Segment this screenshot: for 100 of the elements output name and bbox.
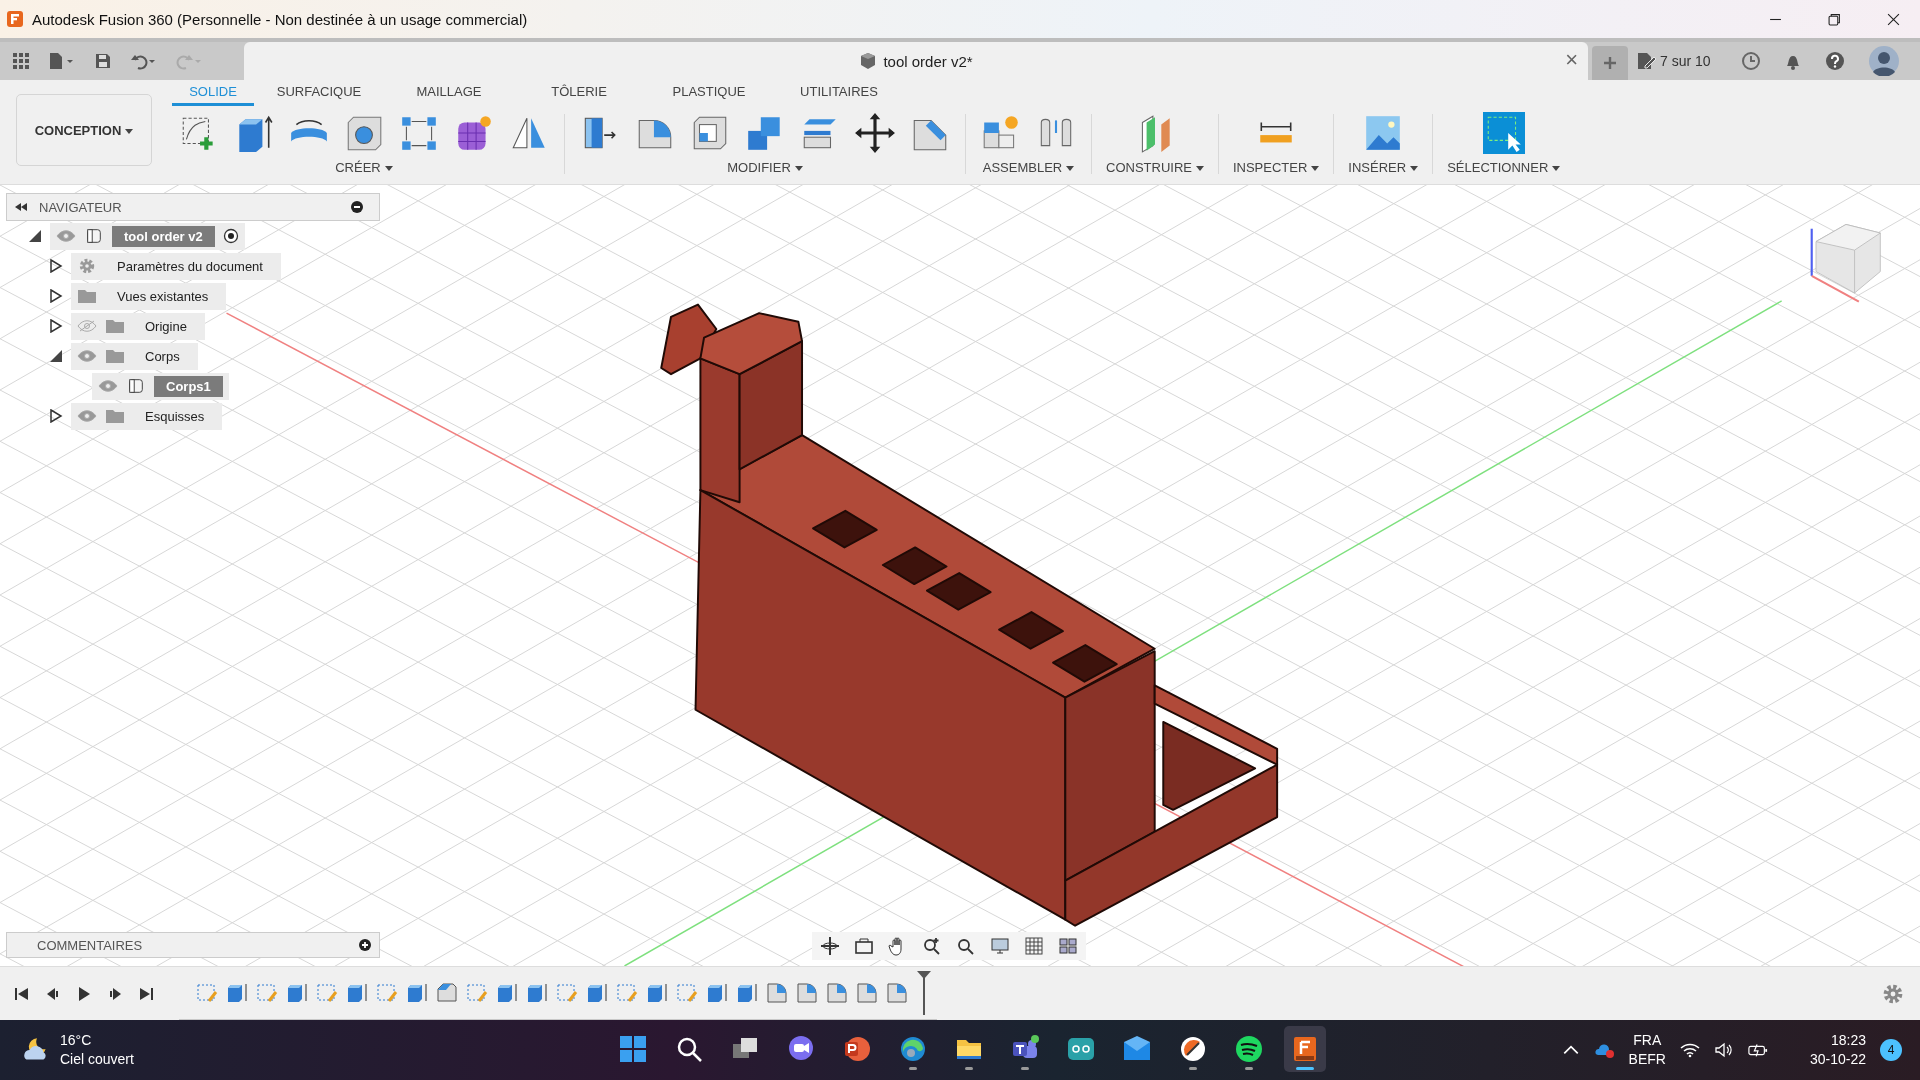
ribbon-tab[interactable]: TÔLERIE — [514, 80, 644, 106]
tool-group-menu[interactable]: MODIFIER — [727, 160, 803, 175]
expand-arrow-icon[interactable] — [49, 319, 63, 333]
settings-icon[interactable] — [1882, 982, 1904, 1005]
fillet-feature-icon[interactable] — [765, 980, 789, 1005]
tool-group-menu[interactable]: CONSTRUIRE — [1106, 160, 1204, 175]
zoom-icon[interactable] — [922, 936, 942, 956]
tree-item[interactable]: Corps1 — [154, 375, 223, 397]
caret-icon — [1410, 166, 1419, 172]
viewports-icon[interactable] — [1058, 936, 1078, 956]
zoom-window-icon[interactable] — [956, 936, 976, 956]
eye-icon[interactable] — [98, 380, 118, 392]
apps-grid-icon[interactable] — [12, 52, 30, 70]
expand-arrow-icon[interactable] — [49, 409, 63, 423]
model-drawing[interactable] — [660, 303, 1279, 927]
close-icon[interactable] — [1887, 12, 1900, 26]
cube-icon — [859, 52, 878, 70]
component-icon — [84, 227, 104, 245]
folder-icon — [105, 347, 125, 365]
fillet-feature-icon[interactable] — [825, 980, 849, 1005]
skip-end-icon[interactable] — [138, 985, 154, 1002]
panel-title: NAVIGATEUR — [39, 199, 122, 215]
caret-icon — [1195, 166, 1204, 172]
caret-icon — [1552, 166, 1561, 172]
undo-icon[interactable] — [130, 52, 158, 70]
caret-icon — [125, 128, 134, 134]
tool-group-menu[interactable]: CRÉER — [335, 160, 393, 175]
eye-icon[interactable] — [77, 350, 97, 362]
caret-icon — [794, 166, 803, 172]
time: 18:23 — [1830, 1031, 1866, 1050]
ribbon-tab[interactable]: PLASTIQUE — [644, 80, 774, 106]
fillet-feature-icon[interactable] — [795, 980, 819, 1005]
play-icon[interactable] — [76, 985, 92, 1002]
keyboard-layout: BEFR — [1628, 1050, 1666, 1069]
restore-icon[interactable] — [1828, 12, 1841, 26]
running-indicator — [1245, 1067, 1253, 1070]
plus-icon — [1602, 55, 1618, 71]
chamfer-feature-icon[interactable] — [435, 980, 459, 1005]
eye-icon[interactable] — [77, 410, 97, 422]
temperature: 16°C — [60, 1031, 93, 1050]
avatar[interactable] — [1868, 46, 1899, 76]
speaker-icon[interactable] — [1713, 1041, 1734, 1059]
file-menu-icon[interactable] — [48, 52, 76, 70]
document-title: tool order v2* — [883, 52, 973, 70]
eye-icon[interactable] — [56, 230, 76, 242]
notification-badge[interactable]: 4 — [1880, 1039, 1902, 1061]
step-back-icon[interactable] — [45, 985, 61, 1002]
language-indicator[interactable]: FRA BEFR — [1628, 1031, 1666, 1069]
document-tab[interactable]: tool order v2* × — [244, 42, 1588, 80]
timeline-marker[interactable] — [917, 970, 931, 1015]
ribbon-tab[interactable]: MAILLAGE — [384, 80, 514, 106]
edit-document-icon[interactable] — [1636, 51, 1656, 71]
orbit-icon[interactable] — [820, 936, 840, 956]
save-icon[interactable] — [94, 52, 112, 70]
caret-icon — [1066, 166, 1075, 172]
workspace-dropdown[interactable]: CONCEPTION — [16, 94, 152, 166]
clock-icon[interactable] — [1740, 51, 1761, 71]
new-tab-button[interactable] — [1592, 46, 1628, 80]
running-indicator — [965, 1067, 973, 1070]
fillet-feature-icon[interactable] — [855, 980, 879, 1005]
tool-group-menu[interactable]: INSÉRER — [1348, 160, 1419, 175]
tool-group-menu[interactable]: SÉLECTIONNER — [1447, 160, 1561, 175]
collapse-arrow-icon[interactable] — [28, 229, 42, 243]
running-indicator — [909, 1067, 917, 1070]
ribbon-tab[interactable]: SURFACIQUE — [254, 80, 384, 106]
tool-group-menu[interactable]: INSPECTER — [1232, 160, 1320, 175]
tree-item[interactable]: tool order v2 — [112, 225, 215, 247]
expand-arrow-icon[interactable] — [49, 289, 63, 303]
collapse-arrow-icon[interactable] — [49, 349, 63, 363]
date: 30-10-22 — [1809, 1050, 1866, 1069]
tool-group-menu[interactable]: ASSEMBLER — [982, 160, 1075, 175]
display-icon[interactable] — [990, 936, 1010, 956]
close-tab-button[interactable]: × — [1565, 49, 1578, 71]
window-title: Autodesk Fusion 360 (Personnelle - Non destinée à un usage commercial) — [32, 10, 528, 28]
caret-icon — [384, 166, 393, 172]
clock[interactable]: 18:23 30-10-22 — [1809, 1031, 1866, 1069]
caret-icon — [1311, 166, 1320, 172]
expand-arrow-icon[interactable] — [49, 259, 63, 273]
presentation-app-icon — [842, 1034, 872, 1064]
wifi-icon[interactable] — [1679, 1041, 1700, 1059]
step-forward-icon[interactable] — [107, 985, 123, 1002]
fillet-feature-icon[interactable] — [885, 980, 909, 1005]
folder-icon — [105, 317, 125, 335]
add-comment-icon[interactable] — [359, 939, 371, 951]
document-quota: 7 sur 10 — [1660, 53, 1711, 69]
battery-icon[interactable] — [1747, 1041, 1768, 1059]
move-icon[interactable] — [854, 112, 896, 154]
minus-icon[interactable] — [351, 201, 363, 213]
help-icon[interactable] — [1824, 51, 1845, 71]
selection-icon[interactable] — [1482, 112, 1525, 154]
weather-condition: Ciel couvert — [60, 1050, 134, 1069]
grid-icon[interactable] — [1024, 936, 1044, 956]
look-at-icon[interactable] — [854, 936, 874, 956]
panel-title: COMMENTAIRES — [37, 937, 143, 953]
ribbon-tab[interactable]: UTILITAIRES — [774, 80, 904, 106]
start-icon — [618, 1034, 648, 1064]
taskbar-app[interactable] — [1284, 1026, 1326, 1072]
active-radio-icon[interactable] — [222, 228, 239, 244]
skip-start-icon[interactable] — [14, 985, 30, 1002]
collapse-icon[interactable] — [15, 203, 27, 211]
